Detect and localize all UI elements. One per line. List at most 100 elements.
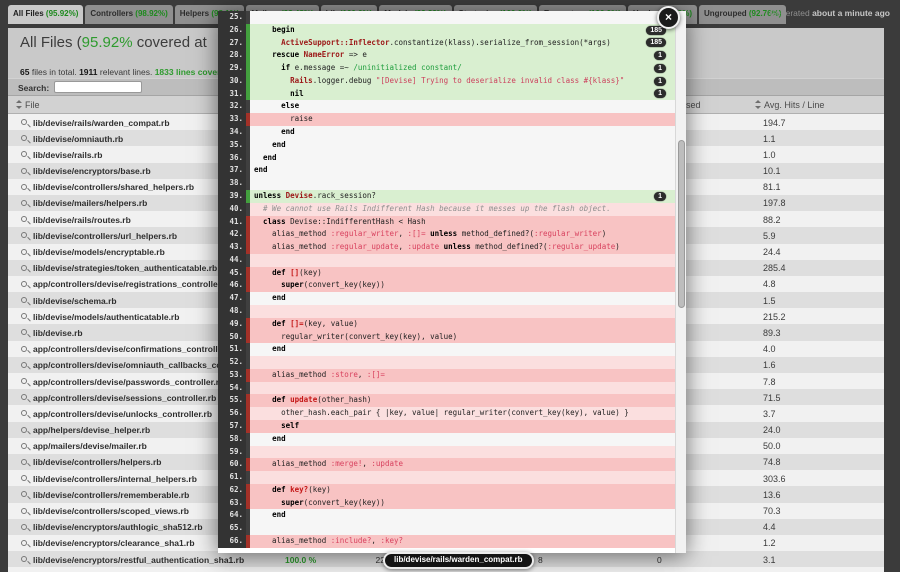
coverage-strip — [246, 445, 250, 459]
avg-hits-value: 24.4 — [763, 247, 781, 257]
code-text: other_hash.each_pair { |key, value| regu… — [254, 408, 629, 418]
file-name: lib/devise/encryptors/base.rb — [33, 166, 151, 177]
coverage-strip — [246, 87, 250, 101]
coverage-strip — [246, 23, 250, 37]
magnifier-icon — [21, 329, 27, 336]
file-name: app/controllers/devise/unlocks_controlle… — [33, 408, 213, 419]
column-header-avg-hits[interactable]: Avg. Hits / Line — [755, 100, 824, 110]
code-text: end — [272, 139, 286, 149]
coverage-strip — [246, 138, 250, 152]
magnifier-icon — [21, 410, 27, 417]
hits-badge: 1 — [654, 191, 666, 201]
file-name: lib/devise/controllers/scoped_views.rb — [33, 506, 189, 516]
coverage-strip — [246, 202, 250, 216]
magnifier-icon — [21, 199, 27, 206]
coverage-strip — [246, 317, 250, 331]
file-name: lib/devise.rb — [33, 327, 83, 338]
column-header-file[interactable]: File — [16, 100, 40, 110]
code-text: # We cannot use Rails Indifferent Hash b… — [254, 203, 611, 213]
tab-label: Controllers — [90, 9, 136, 18]
coverage-strip — [246, 164, 250, 178]
code-line: 30. Rails.logger.debug "[Devise] Trying … — [218, 74, 675, 88]
code-line: 53. alias_method :store, :[]= — [218, 368, 675, 382]
line-number: 45. — [218, 266, 246, 280]
tab-all-files[interactable]: All Files (95.92%) — [8, 5, 84, 24]
modal-close-button[interactable]: × — [657, 6, 680, 29]
coverage-strip — [246, 343, 250, 357]
code-text: raise — [254, 114, 313, 124]
magnifier-icon — [21, 151, 27, 158]
coverage-strip — [246, 509, 250, 523]
search-input[interactable] — [54, 81, 142, 93]
code-line: 51. end — [218, 343, 675, 357]
code-text: end — [254, 165, 268, 175]
code-line: 65. — [218, 522, 675, 536]
code-text: ActiveSupport::Inflector.constantize(kla… — [281, 37, 611, 47]
source-file-modal: 25. 26. begin 185 27. ActiveSupport::Inflec… — [218, 11, 686, 553]
coverage-strip — [246, 304, 250, 318]
code-line: 57. self — [218, 420, 675, 433]
magnifier-icon — [21, 313, 27, 320]
file-name: lib/devise/controllers/helpers.rb — [33, 457, 162, 468]
line-number: 43. — [218, 241, 246, 254]
modal-scrollbar[interactable] — [675, 11, 686, 553]
code-text: alias_method :include?, :key? — [254, 536, 404, 546]
file-name: app/controllers/devise/registrations_con… — [33, 279, 232, 290]
hits-badge: 1 — [654, 63, 666, 73]
avg-hits-value: 71.5 — [763, 392, 781, 403]
coverage-strip — [246, 49, 250, 63]
tab-controllers[interactable]: Controllers (98.92%) — [85, 5, 173, 24]
source-code-listing: 25. 26. begin 185 27. ActiveSupport::Inflec… — [218, 11, 675, 548]
line-number: 32. — [218, 100, 246, 114]
file-name: lib/devise/encryptors/authlogic_sha512.r… — [33, 522, 203, 533]
file-name: app/controllers/devise/confirmations_con… — [33, 344, 237, 355]
coverage-strip — [246, 292, 250, 305]
file-name: app/mailers/devise/mailer.rb — [33, 441, 147, 452]
title-percentage: 95.92% — [81, 34, 133, 51]
coverage-strip — [246, 471, 250, 484]
line-number: 25. — [218, 11, 246, 24]
coverage-strip — [246, 74, 250, 88]
file-name: lib/devise/controllers/shared_helpers.rb — [33, 182, 195, 193]
file-name: lib/devise/models/encryptable.rb — [33, 247, 165, 257]
magnifier-icon — [21, 523, 27, 530]
avg-hits-value: 285.4 — [763, 263, 786, 274]
coverage-strip — [246, 100, 250, 114]
magnifier-icon — [21, 458, 27, 465]
file-name: app/controllers/devise/sessions_controll… — [33, 392, 217, 403]
line-number: 34. — [218, 126, 246, 139]
avg-hits-value: 24.0 — [763, 425, 781, 436]
code-text: begin — [272, 24, 295, 34]
coverage-strip — [246, 253, 250, 267]
code-line: 37. end — [218, 164, 675, 178]
avg-hits-value: 194.7 — [763, 117, 786, 128]
avg-hits-value: 88.2 — [763, 214, 781, 225]
generated-timestamp: Generated about a minute ago — [770, 8, 890, 18]
code-line: 25. — [218, 11, 675, 24]
code-text: else — [281, 101, 300, 111]
magnifier-icon — [21, 507, 27, 514]
magnifier-icon — [21, 426, 27, 433]
code-text: end — [281, 127, 295, 137]
avg-hits-value: 197.8 — [763, 198, 786, 209]
lines-covered-value: 8 — [538, 554, 543, 565]
line-number: 61. — [218, 471, 246, 484]
simplecov-report: { "colors": { "accent_green": "#2e9b2e",… — [0, 0, 900, 572]
coverage-strip — [246, 368, 250, 382]
magnifier-icon — [21, 280, 27, 287]
modal-scrollbar-thumb[interactable] — [678, 140, 685, 308]
avg-hits-value: 13.6 — [763, 489, 781, 500]
line-number: 64. — [218, 509, 246, 523]
code-line: 60. alias_method :merge!, :update — [218, 458, 675, 472]
coverage-strip — [246, 151, 250, 165]
code-text: unless Devise.rack_session? — [254, 190, 376, 200]
sort-icon — [16, 100, 23, 109]
code-line: 31. nil 1 — [218, 87, 675, 101]
code-text: self — [281, 421, 300, 430]
file-name: lib/devise/controllers/internal_helpers.… — [33, 473, 197, 484]
magnifier-icon — [21, 248, 27, 255]
magnifier-icon — [21, 119, 27, 125]
code-line: 26. begin 185 — [218, 23, 675, 37]
code-line: 35. end — [218, 138, 675, 152]
column-header-avg-label: Avg. Hits / Line — [764, 100, 825, 110]
